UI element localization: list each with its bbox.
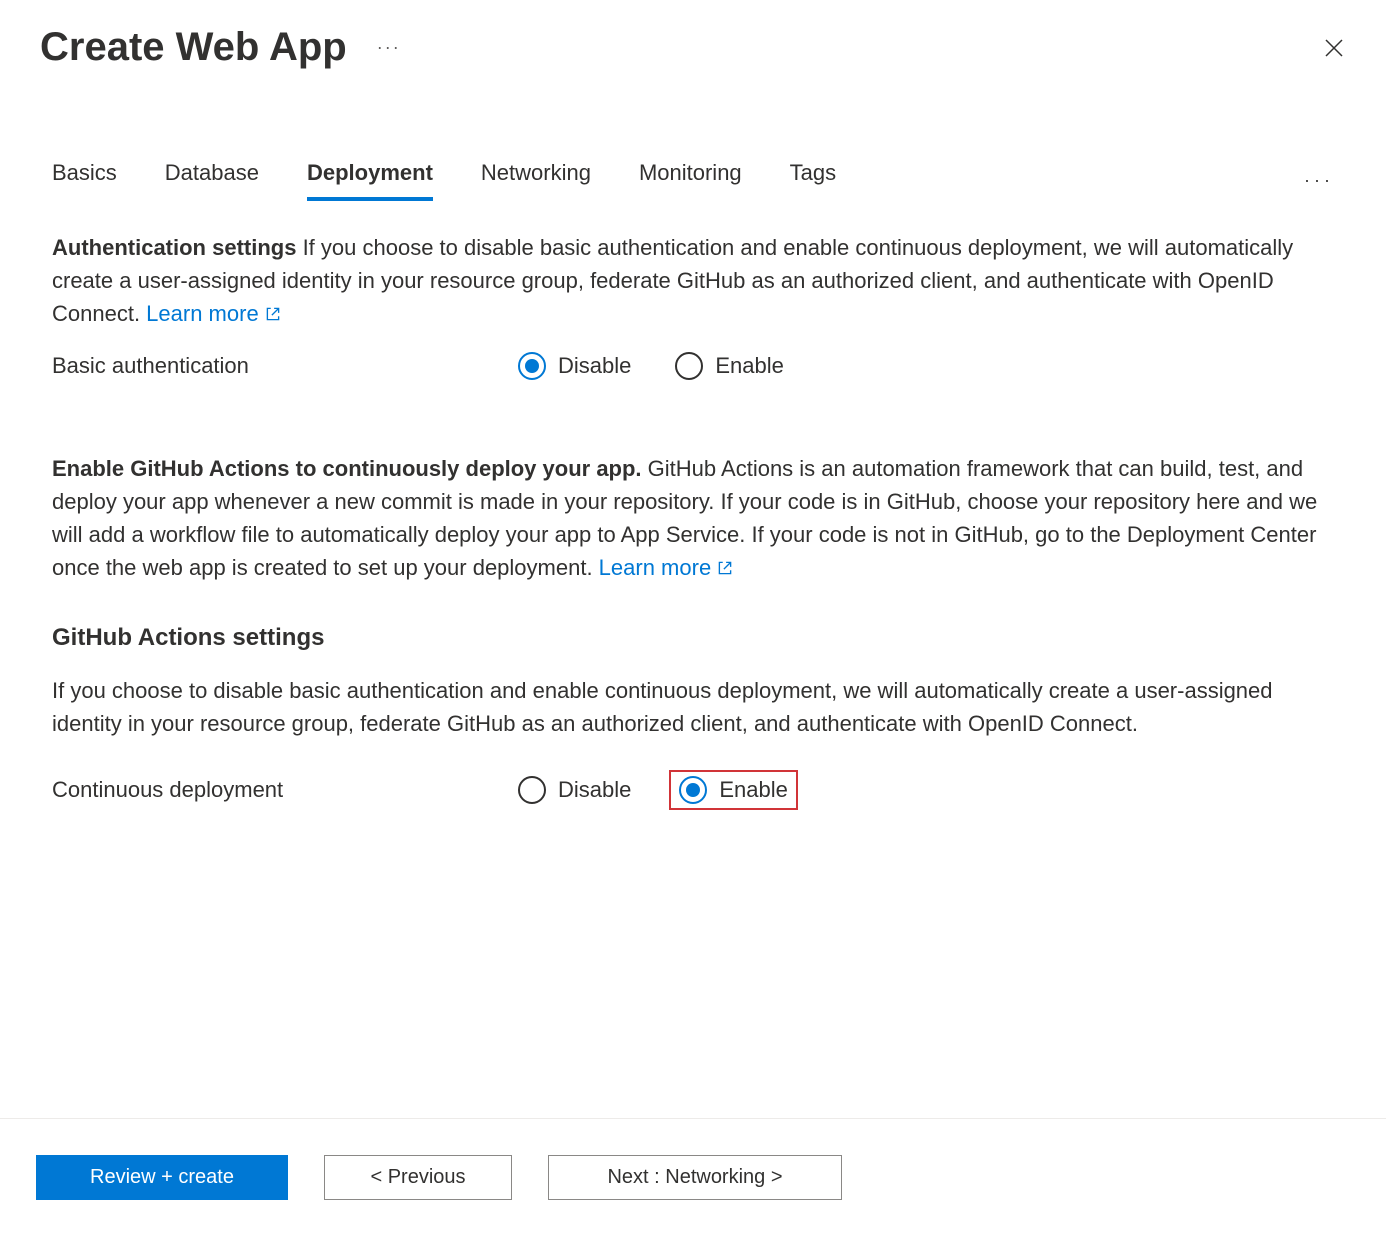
- next-button[interactable]: Next : Networking >: [548, 1155, 842, 1200]
- tab-basics[interactable]: Basics: [52, 160, 117, 201]
- title-more-icon[interactable]: ···: [377, 37, 401, 58]
- continuous-deployment-enable-label: Enable: [719, 777, 788, 803]
- radio-circle-selected-icon: [679, 776, 707, 804]
- review-create-button[interactable]: Review + create: [36, 1155, 288, 1200]
- radio-circle-icon: [675, 352, 703, 380]
- github-settings-body: If you choose to disable basic authentic…: [52, 674, 1334, 740]
- continuous-deployment-radio-group: Disable Enable: [512, 770, 798, 810]
- radio-inner-icon: [525, 359, 539, 373]
- radio-inner-icon: [686, 783, 700, 797]
- panel-header: Create Web App ···: [0, 0, 1386, 90]
- basic-auth-enable-option[interactable]: Enable: [669, 350, 790, 382]
- tab-tags[interactable]: Tags: [790, 160, 836, 201]
- page-title: Create Web App: [40, 25, 347, 70]
- basic-auth-disable-option[interactable]: Disable: [512, 350, 637, 382]
- github-learn-more-link[interactable]: Learn more: [599, 551, 735, 584]
- previous-button[interactable]: < Previous: [324, 1155, 512, 1200]
- basic-auth-disable-label: Disable: [558, 353, 631, 379]
- footer-bar: Review + create < Previous Next : Networ…: [0, 1118, 1386, 1236]
- external-link-icon: [716, 559, 734, 577]
- close-button[interactable]: [1322, 36, 1346, 60]
- basic-auth-label: Basic authentication: [52, 353, 512, 379]
- basic-auth-enable-label: Enable: [715, 353, 784, 379]
- external-link-icon: [264, 305, 282, 323]
- tabs-overflow-icon[interactable]: ···: [1304, 170, 1334, 191]
- github-section-text: Enable GitHub Actions to continuously de…: [52, 452, 1334, 584]
- tab-networking[interactable]: Networking: [481, 160, 591, 201]
- basic-auth-radio-group: Disable Enable: [512, 350, 790, 382]
- header-left: Create Web App ···: [40, 25, 401, 70]
- continuous-deployment-enable-option[interactable]: Enable: [669, 770, 798, 810]
- basic-auth-row: Basic authentication Disable Enable: [52, 350, 1334, 382]
- close-icon: [1322, 36, 1346, 60]
- continuous-deployment-disable-option[interactable]: Disable: [512, 774, 637, 806]
- github-heading: Enable GitHub Actions to continuously de…: [52, 456, 642, 481]
- github-settings-title: GitHub Actions settings: [52, 624, 1334, 652]
- auth-learn-more-link[interactable]: Learn more: [146, 297, 282, 330]
- continuous-deployment-disable-label: Disable: [558, 777, 631, 803]
- radio-circle-selected-icon: [518, 352, 546, 380]
- tab-deployment[interactable]: Deployment: [307, 160, 433, 201]
- github-learn-more-text: Learn more: [599, 551, 712, 584]
- continuous-deployment-row: Continuous deployment Disable Enable: [52, 770, 1334, 810]
- auth-learn-more-text: Learn more: [146, 297, 259, 330]
- tab-bar: Basics Database Deployment Networking Mo…: [0, 160, 1386, 201]
- radio-circle-icon: [518, 776, 546, 804]
- tab-monitoring[interactable]: Monitoring: [639, 160, 742, 201]
- auth-heading: Authentication settings: [52, 235, 296, 260]
- continuous-deployment-label: Continuous deployment: [52, 777, 512, 803]
- tab-database[interactable]: Database: [165, 160, 259, 201]
- content-area: Authentication settings If you choose to…: [0, 201, 1386, 830]
- auth-section-text: Authentication settings If you choose to…: [52, 231, 1334, 330]
